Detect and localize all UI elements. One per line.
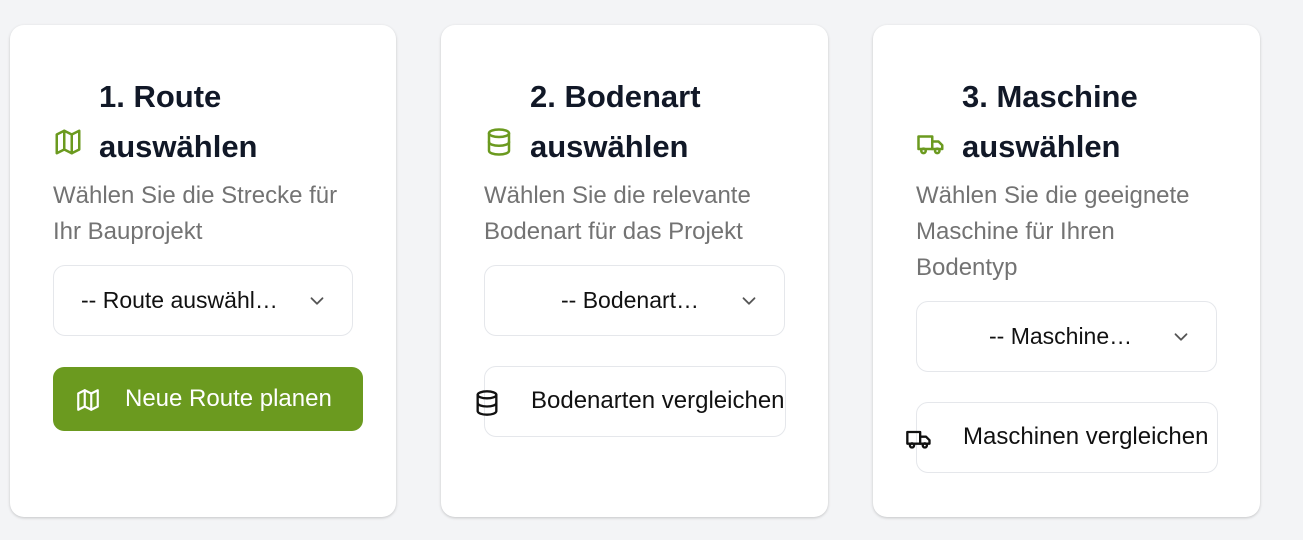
soil-card-title: 2. Bodenart auswählen [530, 79, 701, 164]
truck-icon [916, 129, 946, 159]
soil-card: 2. Bodenart auswählen Wählen Sie die rele… [441, 25, 828, 517]
route-card-description: Wählen Sie die Strecke für Ihr Bauprojek… [53, 182, 338, 245]
machine-card-title: 3. Maschine auswählen [962, 79, 1138, 164]
compare-soils-button[interactable]: Bodenarten vergleichen [476, 366, 786, 437]
soil-card-description: Wählen Sie die relevante Bodenart für da… [484, 182, 751, 245]
map-icon [75, 387, 101, 413]
machine-select[interactable]: -- Maschine… [916, 301, 1217, 372]
compare-machines-button[interactable]: Maschinen vergleichen [906, 402, 1218, 473]
machine-select-value: -- Maschine… [989, 323, 1133, 349]
map-icon [53, 127, 83, 157]
compare-soils-button-label: Bodenarten vergleichen [531, 387, 785, 414]
compare-machines-button-label: Maschinen vergleichen [963, 423, 1209, 450]
route-select-value: -- Route auswähl… [81, 287, 278, 313]
chevron-down-icon [306, 290, 328, 312]
soil-select-value: -- Bodenart… [561, 287, 700, 313]
chevron-down-icon [738, 290, 760, 312]
route-card-title: 1. Route auswählen [99, 79, 258, 164]
database-icon [473, 389, 501, 417]
machine-card: 3. Maschine auswählen Wählen Sie die geei… [873, 25, 1260, 517]
new-route-button-label: Neue Route planen [125, 385, 332, 412]
new-route-button[interactable]: Neue Route planen [53, 367, 363, 431]
route-card: 1. Route auswählen Wählen Sie die Strecke… [10, 25, 396, 517]
database-icon [484, 127, 514, 157]
soil-select[interactable]: -- Bodenart… [484, 265, 785, 336]
truck-icon [905, 425, 933, 453]
machine-card-description: Wählen Sie die geeignete Maschine für Ih… [916, 182, 1190, 281]
chevron-down-icon [1170, 326, 1192, 348]
route-select[interactable]: -- Route auswähl… [53, 265, 353, 336]
